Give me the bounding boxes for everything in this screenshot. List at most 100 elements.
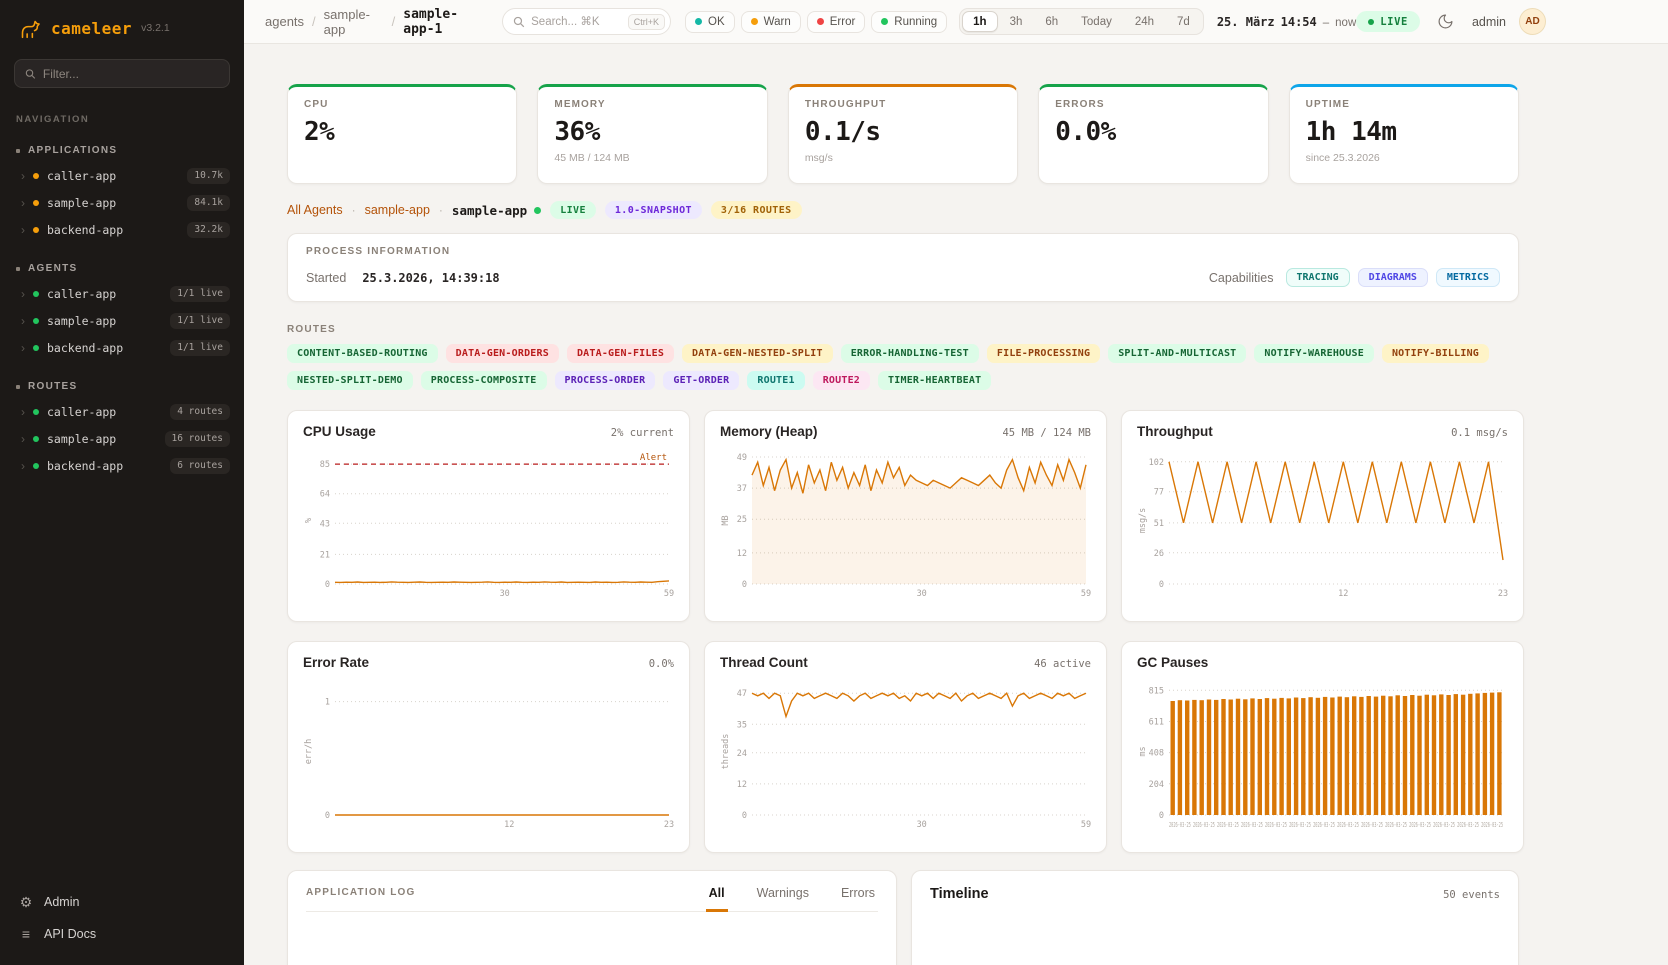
- log-tab-all[interactable]: All: [706, 886, 728, 912]
- agent-link-sample-app[interactable]: sample-app: [365, 203, 430, 217]
- chevron-right-icon: ›: [21, 197, 25, 209]
- route-chip-notify-warehouse[interactable]: NOTIFY-WAREHOUSE: [1254, 344, 1374, 363]
- breadcrumb-item-sample-app[interactable]: sample-app: [324, 7, 384, 37]
- chart-current-value: 45 MB / 124 MB: [1002, 427, 1091, 439]
- chevron-right-icon: ›: [21, 460, 25, 472]
- section-marker-icon: [16, 385, 20, 389]
- sidebar-item-backend-app[interactable]: ›backend-app6 routes: [0, 452, 244, 479]
- chart-plot-gc-pauses: 02044086118152026-03-25 2026-03-25 2026-…: [1137, 678, 1508, 830]
- svg-text:47: 47: [737, 689, 747, 699]
- sidebar-section-header[interactable]: APPLICATIONS: [0, 141, 244, 162]
- range-3h[interactable]: 3h: [999, 11, 1034, 32]
- log-tab-errors[interactable]: Errors: [838, 886, 878, 912]
- chart-card-error-rate: Error Rate0.0%011223err/h: [287, 641, 690, 853]
- stat-value: 2%: [304, 117, 500, 147]
- route-chip-route1[interactable]: ROUTE1: [747, 371, 804, 390]
- sidebar-footer: ⚙Admin≡API Docs: [0, 877, 244, 965]
- svg-text:408: 408: [1149, 749, 1164, 759]
- avatar[interactable]: AD: [1519, 8, 1546, 35]
- capabilities-label: Capabilities: [1209, 271, 1274, 285]
- sidebar-item-backend-app[interactable]: ›backend-app32.2k: [0, 216, 244, 243]
- status-dot: [33, 463, 39, 469]
- route-chip-content-based-routing[interactable]: CONTENT-BASED-ROUTING: [287, 344, 438, 363]
- top-header: agents/sample-app/sample-app-1 Ctrl+K OK…: [244, 0, 1668, 44]
- svg-text:23: 23: [664, 820, 674, 830]
- stat-label: UPTIME: [1306, 99, 1502, 110]
- breadcrumb-separator: /: [392, 14, 396, 29]
- route-chip-nested-split-demo[interactable]: NESTED-SPLIT-DEMO: [287, 371, 413, 390]
- status-filter-ok[interactable]: OK: [685, 11, 735, 33]
- sidebar-item-badge: 16 routes: [165, 431, 230, 447]
- route-chip-route2[interactable]: ROUTE2: [813, 371, 870, 390]
- timeline-title: Timeline: [930, 886, 989, 902]
- status-dot: [33, 409, 39, 415]
- section-marker-icon: [16, 267, 20, 271]
- sidebar-item-backend-app[interactable]: ›backend-app1/1 live: [0, 334, 244, 361]
- status-dot: [33, 291, 39, 297]
- status-dot: [33, 227, 39, 233]
- separator: ·: [439, 203, 443, 217]
- application-log-title: APPLICATION LOG: [306, 887, 415, 911]
- chart-header: Memory (Heap)45 MB / 124 MB: [720, 424, 1091, 439]
- status-filter-warn[interactable]: Warn: [741, 11, 801, 33]
- sidebar-item-sample-app[interactable]: ›sample-app1/1 live: [0, 307, 244, 334]
- range-24h[interactable]: 24h: [1124, 11, 1165, 32]
- svg-text:21: 21: [320, 550, 330, 560]
- route-chip-timer-heartbeat[interactable]: TIMER-HEARTBEAT: [878, 371, 991, 390]
- route-chip-get-order[interactable]: GET-ORDER: [663, 371, 739, 390]
- sidebar-section-header[interactable]: ROUTES: [0, 377, 244, 398]
- time-label: 14:54: [1281, 15, 1317, 29]
- range-7d[interactable]: 7d: [1166, 11, 1201, 32]
- route-chip-notify-billing[interactable]: NOTIFY-BILLING: [1382, 344, 1489, 363]
- status-filter-running[interactable]: Running: [871, 11, 947, 33]
- chart-title: Throughput: [1137, 424, 1213, 439]
- chart-card-thread-count: Thread Count46 active0122435473059thread…: [704, 641, 1107, 853]
- footer-label: Admin: [44, 895, 79, 909]
- routes-section-title: ROUTES: [287, 324, 1519, 335]
- theme-toggle-button[interactable]: [1433, 9, 1459, 35]
- sidebar-item-caller-app[interactable]: ›caller-app1/1 live: [0, 280, 244, 307]
- app-logo[interactable]: cameleer v3.2.1: [0, 0, 244, 53]
- stat-label: CPU: [304, 99, 500, 110]
- footer-api-docs[interactable]: ≡API Docs: [18, 919, 226, 949]
- sidebar-item-badge: 1/1 live: [170, 340, 230, 356]
- route-chip-data-gen-orders[interactable]: DATA-GEN-ORDERS: [446, 344, 559, 363]
- sidebar-item-sample-app[interactable]: ›sample-app16 routes: [0, 425, 244, 452]
- route-chip-data-gen-files[interactable]: DATA-GEN-FILES: [567, 344, 674, 363]
- sidebar-section-header[interactable]: AGENTS: [0, 259, 244, 280]
- log-tabs: All Warnings Errors: [706, 886, 878, 911]
- footer-admin[interactable]: ⚙Admin: [18, 887, 226, 917]
- sidebar-item-badge: 10.7k: [187, 168, 230, 184]
- nav-label: NAVIGATION: [0, 88, 244, 125]
- status-filter-error[interactable]: Error: [807, 11, 866, 33]
- sidebar-filter-input[interactable]: [43, 67, 219, 81]
- sidebar-item-sample-app[interactable]: ›sample-app84.1k: [0, 189, 244, 216]
- log-tab-warnings[interactable]: Warnings: [754, 886, 812, 912]
- route-chip-split-and-multicast[interactable]: SPLIT-AND-MULTICAST: [1108, 344, 1246, 363]
- badge-3-16-routes: 3/16 ROUTES: [711, 201, 802, 219]
- range-6h[interactable]: 6h: [1034, 11, 1069, 32]
- route-chip-data-gen-nested-split[interactable]: DATA-GEN-NESTED-SPLIT: [682, 344, 833, 363]
- sidebar-section-label: AGENTS: [28, 263, 77, 274]
- range-1h[interactable]: 1h: [962, 11, 997, 32]
- search-input[interactable]: [531, 16, 622, 28]
- global-search[interactable]: Ctrl+K: [502, 8, 671, 35]
- live-dot: [1368, 19, 1374, 25]
- svg-text:0: 0: [325, 811, 330, 821]
- route-chip-file-processing[interactable]: FILE-PROCESSING: [987, 344, 1100, 363]
- agent-link-all-agents[interactable]: All Agents: [287, 203, 343, 217]
- route-chip-error-handling-test[interactable]: ERROR-HANDLING-TEST: [841, 344, 979, 363]
- sidebar-item-caller-app[interactable]: ›caller-app10.7k: [0, 162, 244, 189]
- route-chip-process-order[interactable]: PROCESS-ORDER: [555, 371, 656, 390]
- sidebar-item-caller-app[interactable]: ›caller-app4 routes: [0, 398, 244, 425]
- route-chip-process-composite[interactable]: PROCESS-COMPOSITE: [421, 371, 547, 390]
- range-today[interactable]: Today: [1070, 11, 1123, 32]
- chart-plot-cpu-usage: 0214364853059%Alert: [303, 447, 674, 599]
- menu-icon: ≡: [18, 926, 34, 942]
- sidebar-section-label: APPLICATIONS: [28, 145, 117, 156]
- application-log-card: APPLICATION LOG All Warnings Errors: [287, 870, 897, 965]
- svg-text:59: 59: [664, 589, 674, 599]
- breadcrumb-item-agents[interactable]: agents: [265, 14, 304, 29]
- svg-text:49: 49: [737, 453, 747, 463]
- svg-text:12: 12: [504, 820, 514, 830]
